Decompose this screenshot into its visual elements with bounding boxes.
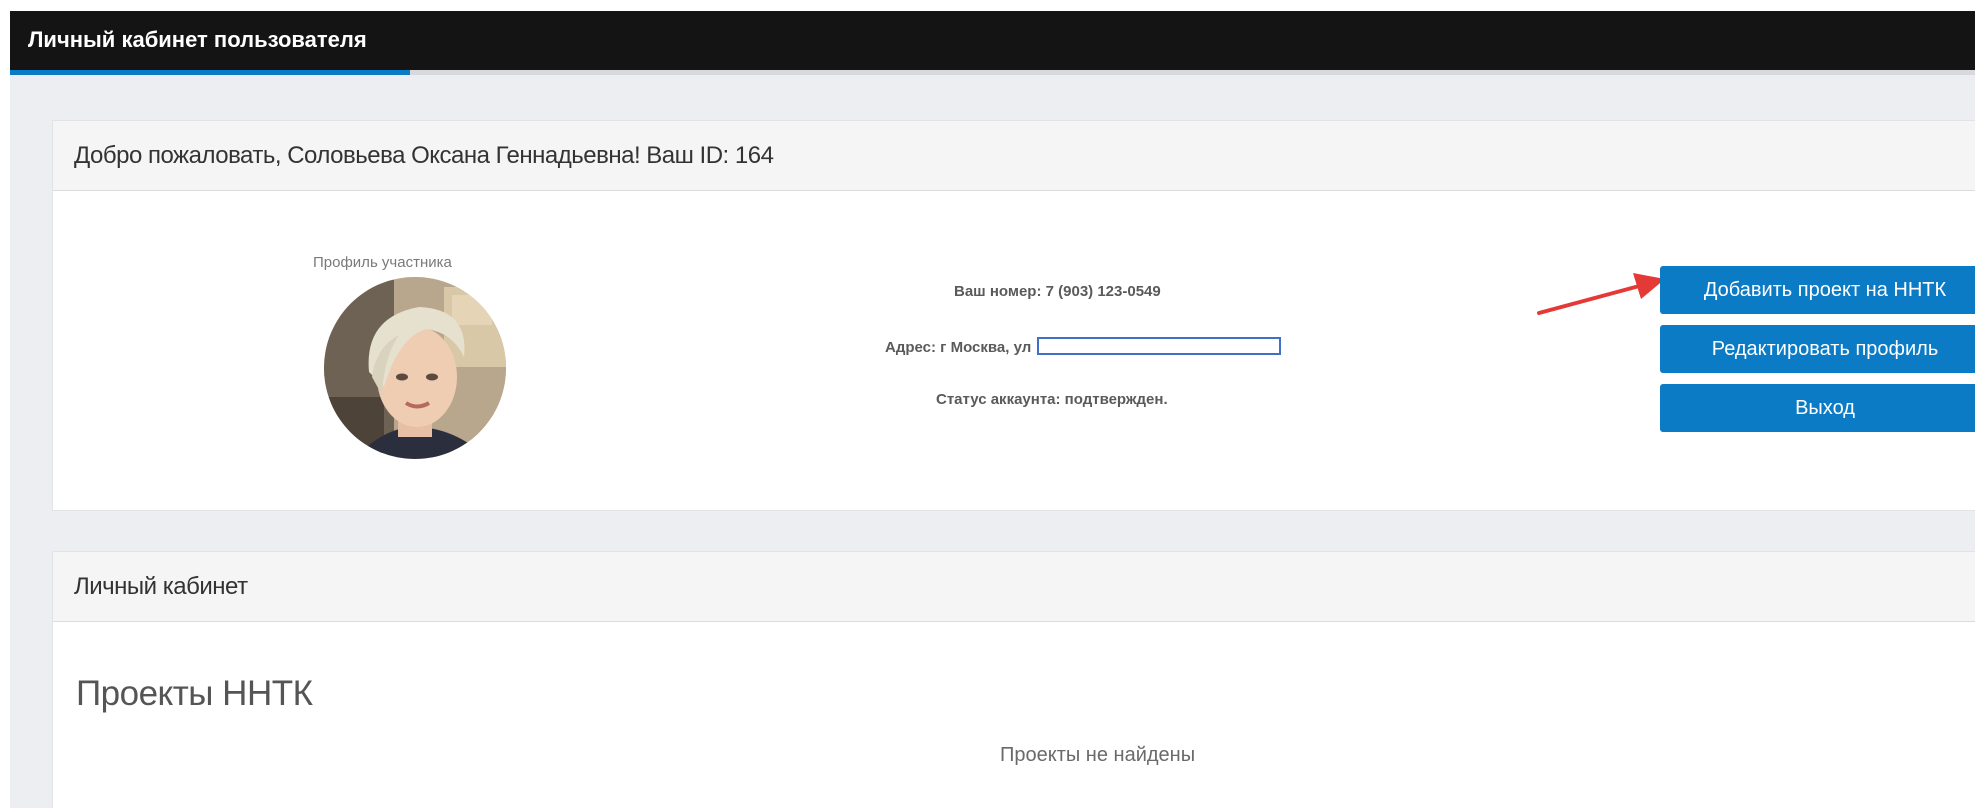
phone-number: Ваш номер: 7 (903) 123-0549 bbox=[954, 283, 1161, 300]
profile-panel-header: Добро пожаловать, Соловьева Оксана Генна… bbox=[53, 121, 1975, 191]
add-project-button[interactable]: Добавить проект на ННТК bbox=[1660, 266, 1975, 314]
profile-panel: Добро пожаловать, Соловьева Оксана Генна… bbox=[52, 120, 1975, 511]
top-bar-underline bbox=[410, 70, 1975, 75]
redacted-address-box bbox=[1037, 337, 1282, 355]
address-line: Адрес: г Москва, ул bbox=[885, 337, 1282, 356]
page-title: Личный кабинет пользователя bbox=[28, 27, 367, 52]
app-window: Личный кабинет пользователя Добро пожало… bbox=[10, 11, 1975, 808]
cabinet-title: Личный кабинет bbox=[74, 573, 248, 600]
profile-caption: Профиль участника bbox=[313, 254, 452, 271]
avatar bbox=[324, 277, 506, 459]
address-label: Адрес: г Москва, ул bbox=[885, 339, 1032, 356]
projects-heading: Проекты ННТК bbox=[76, 674, 313, 713]
account-status: Статус аккаунта: подтвержден. bbox=[936, 391, 1168, 408]
projects-empty-message: Проекты не найдены bbox=[1000, 744, 1196, 766]
top-bar: Личный кабинет пользователя bbox=[10, 11, 1975, 70]
avatar-photo bbox=[324, 277, 506, 459]
logout-button[interactable]: Выход bbox=[1660, 384, 1975, 432]
welcome-title: Добро пожаловать, Соловьева Оксана Генна… bbox=[74, 142, 774, 169]
cabinet-panel-header: Личный кабинет bbox=[53, 552, 1975, 622]
edit-profile-button[interactable]: Редактировать профиль bbox=[1660, 325, 1975, 373]
red-arrow-icon bbox=[1537, 273, 1665, 315]
cabinet-panel: Личный кабинет Проекты ННТК Проекты не н… bbox=[52, 551, 1975, 808]
top-bar-accent-line bbox=[10, 70, 410, 75]
